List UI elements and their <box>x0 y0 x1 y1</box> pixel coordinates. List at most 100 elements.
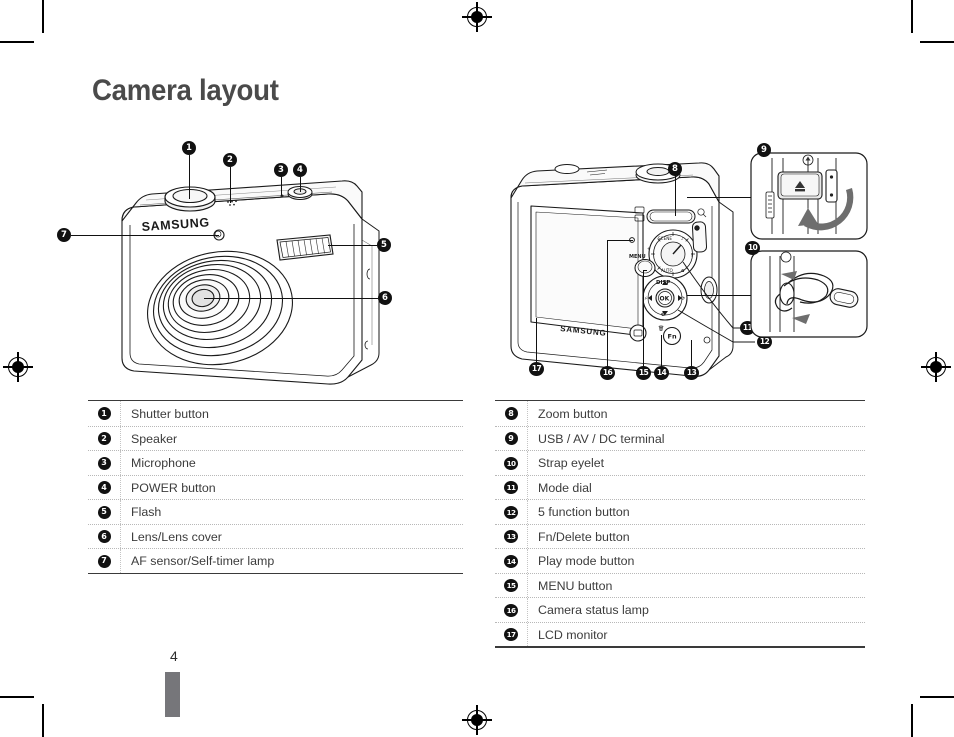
leader-line-15b <box>643 270 647 271</box>
callout-10: 10 <box>745 241 760 255</box>
callout-13: 13 <box>684 366 699 380</box>
menu-label: MENU <box>629 254 646 260</box>
page-title: Camera layout <box>92 74 279 107</box>
row-number-cell: 15 <box>495 579 527 593</box>
row-label: MENU button <box>527 573 865 598</box>
callout-4: 4 <box>293 163 307 177</box>
row-badge: 6 <box>97 530 111 544</box>
table-row: 17 LCD monitor <box>495 621 865 647</box>
fn-label: Fn <box>668 333 677 341</box>
ok-label: OK <box>660 296 670 303</box>
crop-mark-bottom-left-h <box>0 696 34 698</box>
crop-mark-top-left-v <box>42 0 44 33</box>
row-label: 5 function button <box>527 500 865 524</box>
row-label: Play mode button <box>527 549 865 573</box>
leader-line-7 <box>71 235 219 236</box>
leader-line-3 <box>281 177 282 196</box>
crop-mark-bottom-right-h <box>920 696 954 698</box>
rear-component-table: 8 Zoom button 9 USB / AV / DC terminal 1… <box>495 400 865 648</box>
svg-text:+: + <box>647 246 651 251</box>
leader-line-8 <box>675 174 676 216</box>
callout-3: 3 <box>274 163 288 177</box>
row-label: Shutter button <box>120 401 463 426</box>
row-number-cell: 2 <box>88 432 120 446</box>
callout-16: 16 <box>600 366 615 380</box>
table-row: 2 Speaker <box>88 425 463 451</box>
row-label: USB / AV / DC terminal <box>527 426 865 451</box>
table-row: 14 Play mode button <box>495 548 865 573</box>
leader-line-4 <box>300 177 301 192</box>
row-number-cell: 10 <box>495 456 527 470</box>
table-row: 7 AF sensor/Self-timer lamp <box>88 548 463 573</box>
strap-eyelet-detail: 10 <box>687 241 868 338</box>
row-number-cell: 8 <box>495 407 527 421</box>
table-row: 6 Lens/Lens cover <box>88 523 463 549</box>
table-row: 11 Mode dial <box>495 474 865 500</box>
row-number-cell: 12 <box>495 505 527 519</box>
callout-6: 6 <box>378 291 392 305</box>
row-badge: 3 <box>97 456 111 470</box>
leader-line-1 <box>189 155 190 199</box>
table-bottom-rule <box>495 646 865 648</box>
callout-15: 15 <box>636 366 651 380</box>
table-row: 8 Zoom button <box>495 401 865 426</box>
row-badge: 17 <box>504 628 518 642</box>
camera-front-view: SAMSUNG 1 2 3 4 5 6 7 <box>57 141 420 390</box>
callout-17: 17 <box>529 362 544 376</box>
row-badge: 1 <box>97 407 111 421</box>
leader-line-17 <box>536 318 537 364</box>
row-badge: 8 <box>504 407 518 421</box>
table-row: 3 Microphone <box>88 450 463 475</box>
row-number-cell: 7 <box>88 554 120 568</box>
row-label: Speaker <box>120 426 463 451</box>
row-label: Fn/Delete button <box>527 524 865 549</box>
svg-text:✿: ✿ <box>681 268 685 273</box>
callout-5: 5 <box>377 238 391 252</box>
registration-mark-top <box>462 2 492 32</box>
row-badge: 13 <box>504 530 518 544</box>
crop-mark-bottom-right-v <box>911 704 913 737</box>
crop-mark-top-left-h <box>0 41 34 43</box>
row-number-cell: 6 <box>88 530 120 544</box>
svg-text:🗑: 🗑 <box>658 325 664 332</box>
callout-9: 9 <box>757 143 771 157</box>
row-badge: 2 <box>97 432 111 446</box>
callout-14: 14 <box>654 366 669 380</box>
row-label: Lens/Lens cover <box>120 524 463 549</box>
row-label: Camera status lamp <box>527 598 865 622</box>
row-number-cell: 9 <box>495 432 527 446</box>
row-badge: 16 <box>504 603 518 617</box>
leader-line-16 <box>607 240 608 368</box>
table-row: 13 Fn/Delete button <box>495 523 865 549</box>
svg-text:▯: ▯ <box>691 252 693 257</box>
svg-text:♪: ♪ <box>681 236 684 241</box>
row-label: POWER button <box>120 475 463 500</box>
disp-label: DISP <box>656 280 670 286</box>
row-badge: 14 <box>504 554 518 568</box>
crop-mark-top-right-h <box>920 41 954 43</box>
row-badge: 12 <box>504 505 518 519</box>
registration-mark-left <box>3 352 33 382</box>
registration-mark-bottom <box>462 705 492 735</box>
row-badge: 10 <box>504 456 518 470</box>
manual-page: Camera layout SAMSUNG 1 2 3 4 5 6 7 SAMS… <box>0 0 954 737</box>
callout-8: 8 <box>668 162 682 176</box>
leader-line-16b <box>607 240 633 241</box>
callout-1: 1 <box>182 141 196 155</box>
usb-av-dc-terminal-detail: 9 <box>687 143 868 240</box>
crop-mark-bottom-left-v <box>42 704 44 737</box>
row-label: LCD monitor <box>527 622 865 647</box>
page-number: 4 <box>170 648 178 664</box>
row-number-cell: 13 <box>495 530 527 544</box>
registration-mark-right <box>921 352 951 382</box>
row-badge: 9 <box>504 432 518 446</box>
table-left-rows: 1 Shutter button 2 Speaker 3 Microphone … <box>88 401 463 573</box>
table-row: 16 Camera status lamp <box>495 597 865 622</box>
row-badge: 7 <box>97 554 111 568</box>
callout-7: 7 <box>57 228 71 242</box>
table-row: 1 Shutter button <box>88 401 463 426</box>
row-badge: 5 <box>97 505 111 519</box>
row-label: Microphone <box>120 451 463 475</box>
row-label: Zoom button <box>527 401 865 426</box>
table-row: 9 USB / AV / DC terminal <box>495 425 865 451</box>
